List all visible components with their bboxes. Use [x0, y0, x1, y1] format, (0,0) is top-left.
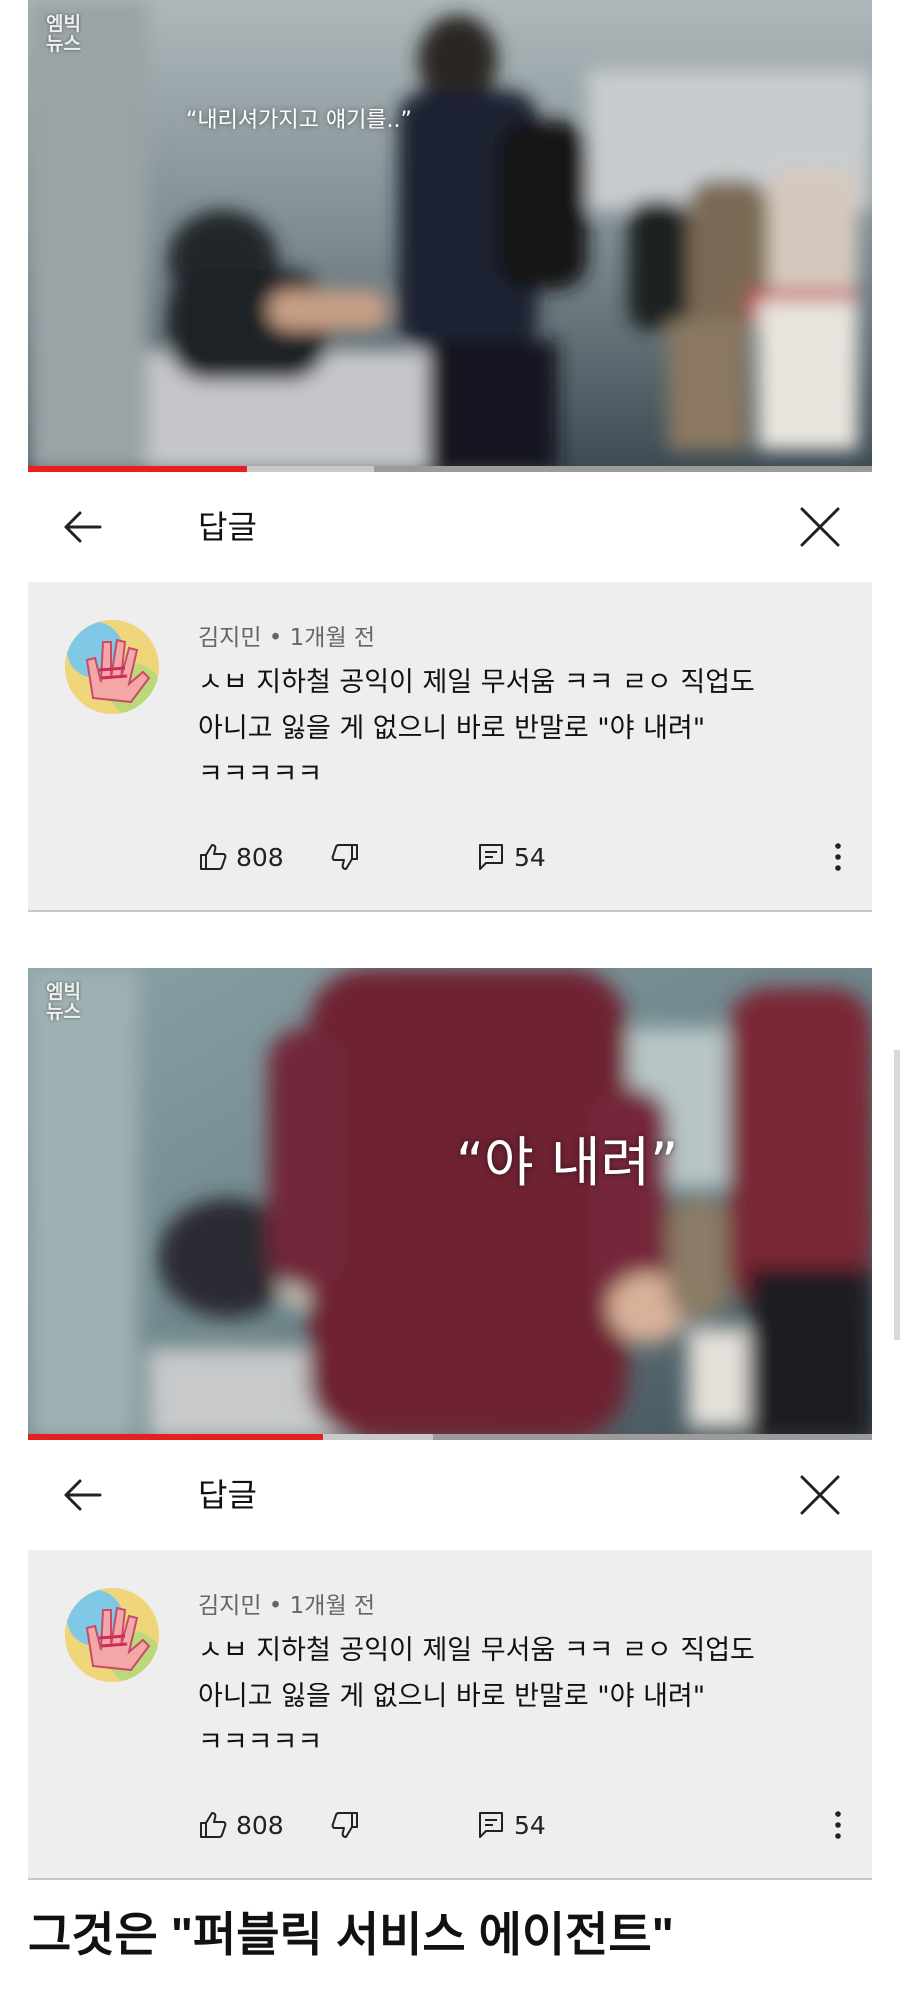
thumbs-up-icon	[200, 844, 227, 870]
back-arrow-icon[interactable]	[60, 1473, 104, 1517]
thumbs-down-icon	[331, 844, 358, 870]
comment-line: 아니고 잃을 게 없으니 바로 반말로 "야 내려"	[198, 713, 706, 744]
avatar[interactable]	[65, 620, 159, 714]
comment-line: 아니고 잃을 게 없으니 바로 반말로 "야 내려"	[198, 1681, 706, 1712]
dislike-button[interactable]	[330, 837, 360, 877]
comment-text: ㅅㅂ 지하철 공익이 제일 무서움 ㅋㅋ ㄹㅇ 직업도 아니고 잃을 게 없으니…	[198, 1628, 838, 1766]
more-vert-icon[interactable]	[828, 839, 848, 875]
close-icon[interactable]	[798, 1473, 842, 1517]
watermark-logo: 엠빅 뉴스	[46, 981, 81, 1023]
like-button[interactable]: 808	[198, 837, 284, 877]
header-title: 답글	[198, 1476, 257, 1514]
dislike-button[interactable]	[330, 1805, 360, 1845]
thumbs-down-icon	[331, 1812, 358, 1838]
avatar[interactable]	[65, 1588, 159, 1682]
reply-icon	[479, 1812, 503, 1838]
comment-line: ㅅㅂ 지하철 공익이 제일 무서움 ㅋㅋ ㄹㅇ 직업도	[198, 667, 755, 698]
comment-line: ㅋㅋㅋㅋㅋ	[198, 759, 323, 790]
reply-count: 54	[514, 1810, 546, 1840]
video-player[interactable]: 엠빅 뉴스 “야 내려”	[28, 968, 872, 1440]
video-frame	[28, 0, 872, 472]
thumbs-up-icon	[200, 1812, 227, 1838]
watermark-logo: 엠빅 뉴스	[46, 13, 81, 55]
close-icon[interactable]	[798, 505, 842, 549]
video-caption: “내리셔가지고 얘기를..”	[186, 108, 412, 133]
like-button[interactable]: 808	[198, 1805, 284, 1845]
comment-text: ㅅㅂ 지하철 공익이 제일 무서움 ㅋㅋ ㄹㅇ 직업도 아니고 잃을 게 없으니…	[198, 660, 838, 798]
header-title: 답글	[198, 508, 257, 546]
video-frame	[28, 968, 872, 1440]
video-caption: “야 내려”	[456, 1131, 679, 1194]
back-arrow-icon[interactable]	[60, 505, 104, 549]
comment-card: 김지민 • 1개월 전 ㅅㅂ 지하철 공익이 제일 무서움 ㅋㅋ ㄹㅇ 직업도 …	[28, 582, 872, 912]
replies-header: 답글	[28, 472, 872, 582]
video-player[interactable]: 엠빅 뉴스 “내리셔가지고 얘기를..”	[28, 0, 872, 472]
more-vert-icon[interactable]	[828, 1807, 848, 1843]
comment-line: ㅋㅋㅋㅋㅋ	[198, 1727, 323, 1758]
comment-actions: 808 54	[198, 837, 848, 877]
like-count: 808	[236, 1810, 284, 1840]
comment-meta: 김지민 • 1개월 전	[198, 1593, 376, 1619]
reply-button[interactable]: 54	[476, 1805, 546, 1845]
headline: 그것은 "퍼블릭 서비스 에이전트"	[28, 1908, 674, 1961]
reply-count: 54	[514, 842, 546, 872]
comment-meta: 김지민 • 1개월 전	[198, 625, 376, 651]
comment-actions: 808 54	[198, 1805, 848, 1845]
comment-card: 김지민 • 1개월 전 ㅅㅂ 지하철 공익이 제일 무서움 ㅋㅋ ㄹㅇ 직업도 …	[28, 1550, 872, 1880]
replies-header: 답글	[28, 1440, 872, 1550]
scroll-indicator	[894, 1050, 900, 1340]
reply-icon	[479, 844, 503, 870]
reply-button[interactable]: 54	[476, 837, 546, 877]
comment-line: ㅅㅂ 지하철 공익이 제일 무서움 ㅋㅋ ㄹㅇ 직업도	[198, 1635, 755, 1666]
like-count: 808	[236, 842, 284, 872]
